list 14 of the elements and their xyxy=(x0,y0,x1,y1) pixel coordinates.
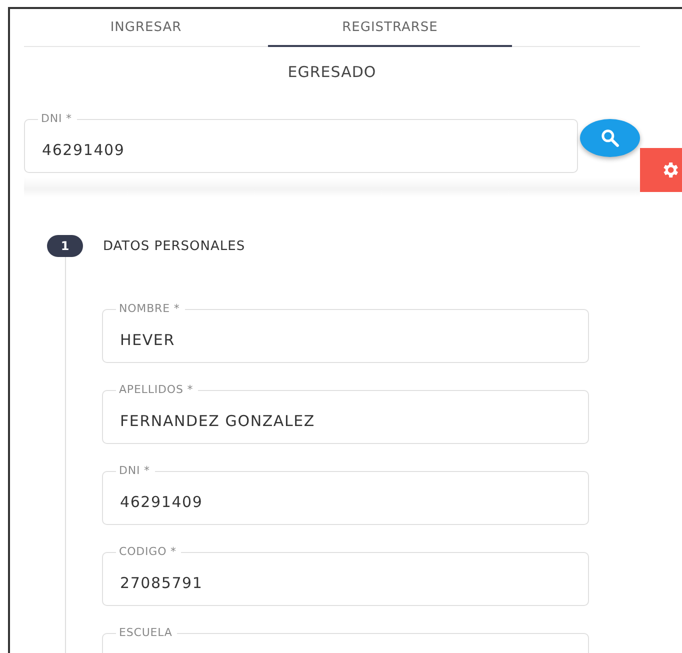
field-label: CODIGO * xyxy=(116,545,182,558)
field-label: ESCUELA xyxy=(116,626,178,639)
settings-button[interactable] xyxy=(640,148,682,192)
field-label: APELLIDOS * xyxy=(116,383,198,396)
search-button[interactable] xyxy=(580,119,640,157)
step-number: 1 xyxy=(47,235,83,257)
field-label: DNI * xyxy=(116,464,155,477)
step-title: DATOS PERSONALES xyxy=(103,238,246,254)
tab[interactable]: INGRESAR xyxy=(24,9,268,47)
section-heading: EGRESADO xyxy=(286,63,378,81)
field-label: NOMBRE * xyxy=(116,302,185,315)
field-label: DNI * xyxy=(38,112,77,125)
search-icon xyxy=(600,128,620,148)
tab[interactable]: REGISTRARSE xyxy=(268,9,512,47)
